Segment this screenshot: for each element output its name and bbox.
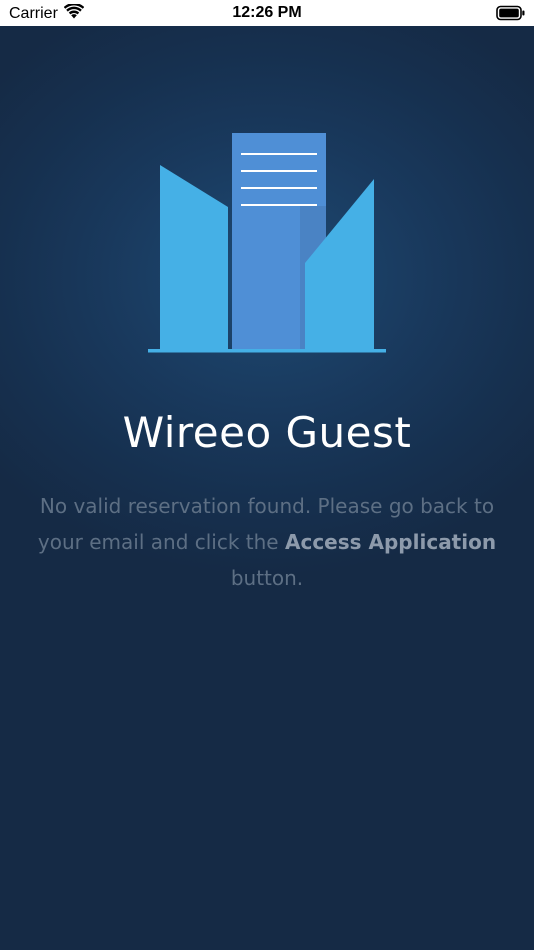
app-title: Wireeo Guest [122, 408, 412, 457]
status-time: 12:26 PM [232, 4, 302, 21]
battery-icon [496, 5, 526, 21]
status-bar: Carrier 12:26 PM [0, 0, 534, 26]
no-reservation-message: No valid reservation found. Please go ba… [20, 488, 514, 596]
access-application-label: Access Application [284, 530, 497, 554]
building-logo-icon [146, 132, 388, 354]
message-text-end: button. [230, 566, 304, 590]
screen-background: Wireeo Guest No valid reservation found.… [0, 26, 534, 950]
